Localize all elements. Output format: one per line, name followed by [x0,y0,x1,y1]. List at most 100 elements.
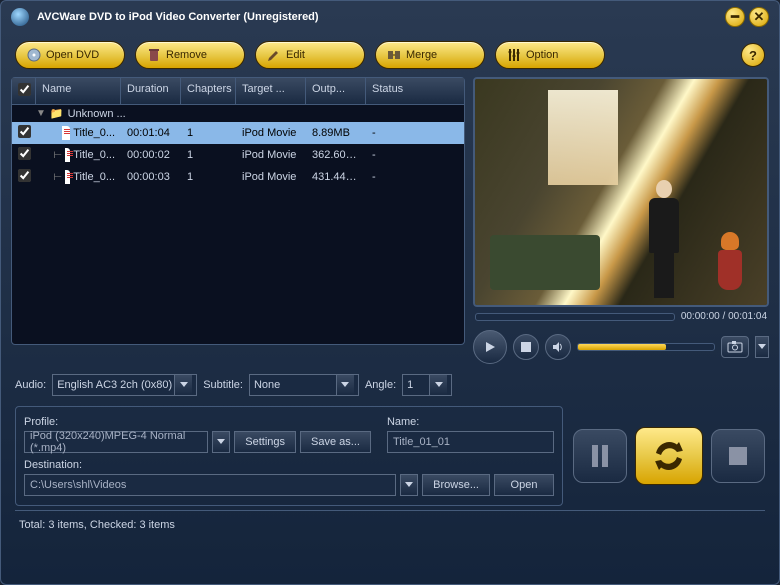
list-item[interactable]: ⊢ Title_0... 00:00:03 1 iPod Movie 431.44… [12,166,464,188]
item-status: - [366,147,406,163]
edit-button[interactable]: Edit [255,41,365,69]
list-header: Name Duration Chapters Target ... Outp..… [12,78,464,105]
group-name: Unknown ... [68,108,126,120]
snapshot-dropdown[interactable] [755,336,769,358]
chevron-down-icon [429,375,447,395]
item-name: Title_0... [73,127,115,139]
open-dvd-button[interactable]: Open DVD [15,41,125,69]
col-chapters[interactable]: Chapters [181,78,236,104]
name-field[interactable]: Title_01_01 [387,431,554,453]
item-duration: 00:00:02 [121,147,181,163]
close-button[interactable]: ✕ [749,7,769,27]
item-chapters: 1 [181,125,236,141]
audio-dropdown[interactable]: English AC3 2ch (0x80) [52,374,197,396]
profile-dropdown-arrow[interactable] [212,431,230,453]
angle-label: Angle: [365,379,396,391]
volume-slider[interactable] [577,343,715,351]
destination-label: Destination: [24,459,82,471]
col-output[interactable]: Outp... [306,78,366,104]
item-output: 362.60KB [306,147,366,163]
col-status[interactable]: Status [366,78,416,104]
tree-branch-icon: ⊢ [53,172,62,183]
open-button[interactable]: Open [494,474,554,496]
name-label: Name: [387,416,419,428]
merge-button[interactable]: Merge [375,41,485,69]
angle-value: 1 [407,379,413,391]
list-item[interactable]: Title_0... 00:01:04 1 iPod Movie 8.89MB … [12,122,464,144]
folder-icon: 📁 [50,107,64,120]
item-duration: 00:00:03 [121,169,181,185]
open-dvd-label: Open DVD [46,49,99,61]
group-row[interactable]: ▼ 📁 Unknown ... [12,105,464,122]
play-button[interactable] [473,330,507,364]
file-list: Name Duration Chapters Target ... Outp..… [11,77,465,345]
audio-label: Audio: [15,379,46,391]
edit-label: Edit [286,49,305,61]
dvd-icon [26,47,42,63]
item-name: Title_0... [73,171,115,183]
file-icon [62,126,70,140]
select-all-checkbox[interactable] [18,83,31,96]
remove-icon [146,47,162,63]
collapse-icon[interactable]: ▼ [36,108,46,119]
subtitle-label: Subtitle: [203,379,243,391]
audio-value: English AC3 2ch (0x80) [57,379,172,391]
output-settings: Profile: iPod (320x240)MPEG-4 Normal (*.… [15,406,563,506]
browse-button[interactable]: Browse... [422,474,490,496]
volume-button[interactable] [545,334,571,360]
destination-field[interactable]: C:\Users\shl\Videos [24,474,396,496]
item-chapters: 1 [181,169,236,185]
item-chapters: 1 [181,147,236,163]
action-buttons [573,406,765,506]
item-duration: 00:01:04 [121,125,181,141]
subtitle-value: None [254,379,280,391]
preview-panel: 00:00:00 / 00:01:04 [473,77,769,364]
save-as-button[interactable]: Save as... [300,431,371,453]
profile-field[interactable]: iPod (320x240)MPEG-4 Normal (*.mp4) [24,431,208,453]
remove-label: Remove [166,49,207,61]
help-button[interactable]: ? [741,43,765,67]
destination-dropdown-arrow[interactable] [400,474,418,496]
list-item[interactable]: ⊢Title_0... 00:00:02 1 iPod Movie 362.60… [12,144,464,166]
merge-label: Merge [406,49,437,61]
snapshot-button[interactable] [721,336,749,358]
col-duration[interactable]: Duration [121,78,181,104]
col-target[interactable]: Target ... [236,78,306,104]
stop-conversion-button[interactable] [711,429,765,483]
main-toolbar: Open DVD Remove Edit Merge Option ? [1,33,779,77]
item-checkbox[interactable] [18,125,31,138]
profile-label: Profile: [24,416,58,428]
remove-button[interactable]: Remove [135,41,245,69]
pause-button[interactable] [573,429,627,483]
item-status: - [366,169,406,185]
option-button[interactable]: Option [495,41,605,69]
video-preview[interactable] [473,77,769,307]
item-checkbox[interactable] [18,147,31,160]
item-target: iPod Movie [236,147,306,163]
settings-button[interactable]: Settings [234,431,296,453]
item-target: iPod Movie [236,125,306,141]
status-text: Total: 3 items, Checked: 3 items [19,519,175,531]
time-display: 00:00:00 / 00:01:04 [681,311,767,322]
refresh-icon [651,438,687,474]
status-bar: Total: 3 items, Checked: 3 items [15,510,765,531]
item-target: iPod Movie [236,169,306,185]
file-icon [65,148,70,162]
item-checkbox[interactable] [18,169,31,182]
titlebar: AVCWare DVD to iPod Video Converter (Unr… [1,1,779,33]
item-output: 431.44KB [306,169,366,185]
edit-icon [266,47,282,63]
list-body[interactable]: ▼ 📁 Unknown ... Title_0... 00:01:04 1 iP… [12,105,464,344]
file-icon [65,170,70,184]
minimize-button[interactable]: ━ [725,7,745,27]
seek-slider[interactable] [475,313,675,321]
col-name[interactable]: Name [36,78,121,104]
chevron-down-icon [174,375,192,395]
stop-button[interactable] [513,334,539,360]
option-label: Option [526,49,558,61]
chevron-down-icon [336,375,354,395]
angle-dropdown[interactable]: 1 [402,374,452,396]
subtitle-dropdown[interactable]: None [249,374,359,396]
tools-icon [506,47,522,63]
convert-button[interactable] [635,427,703,485]
